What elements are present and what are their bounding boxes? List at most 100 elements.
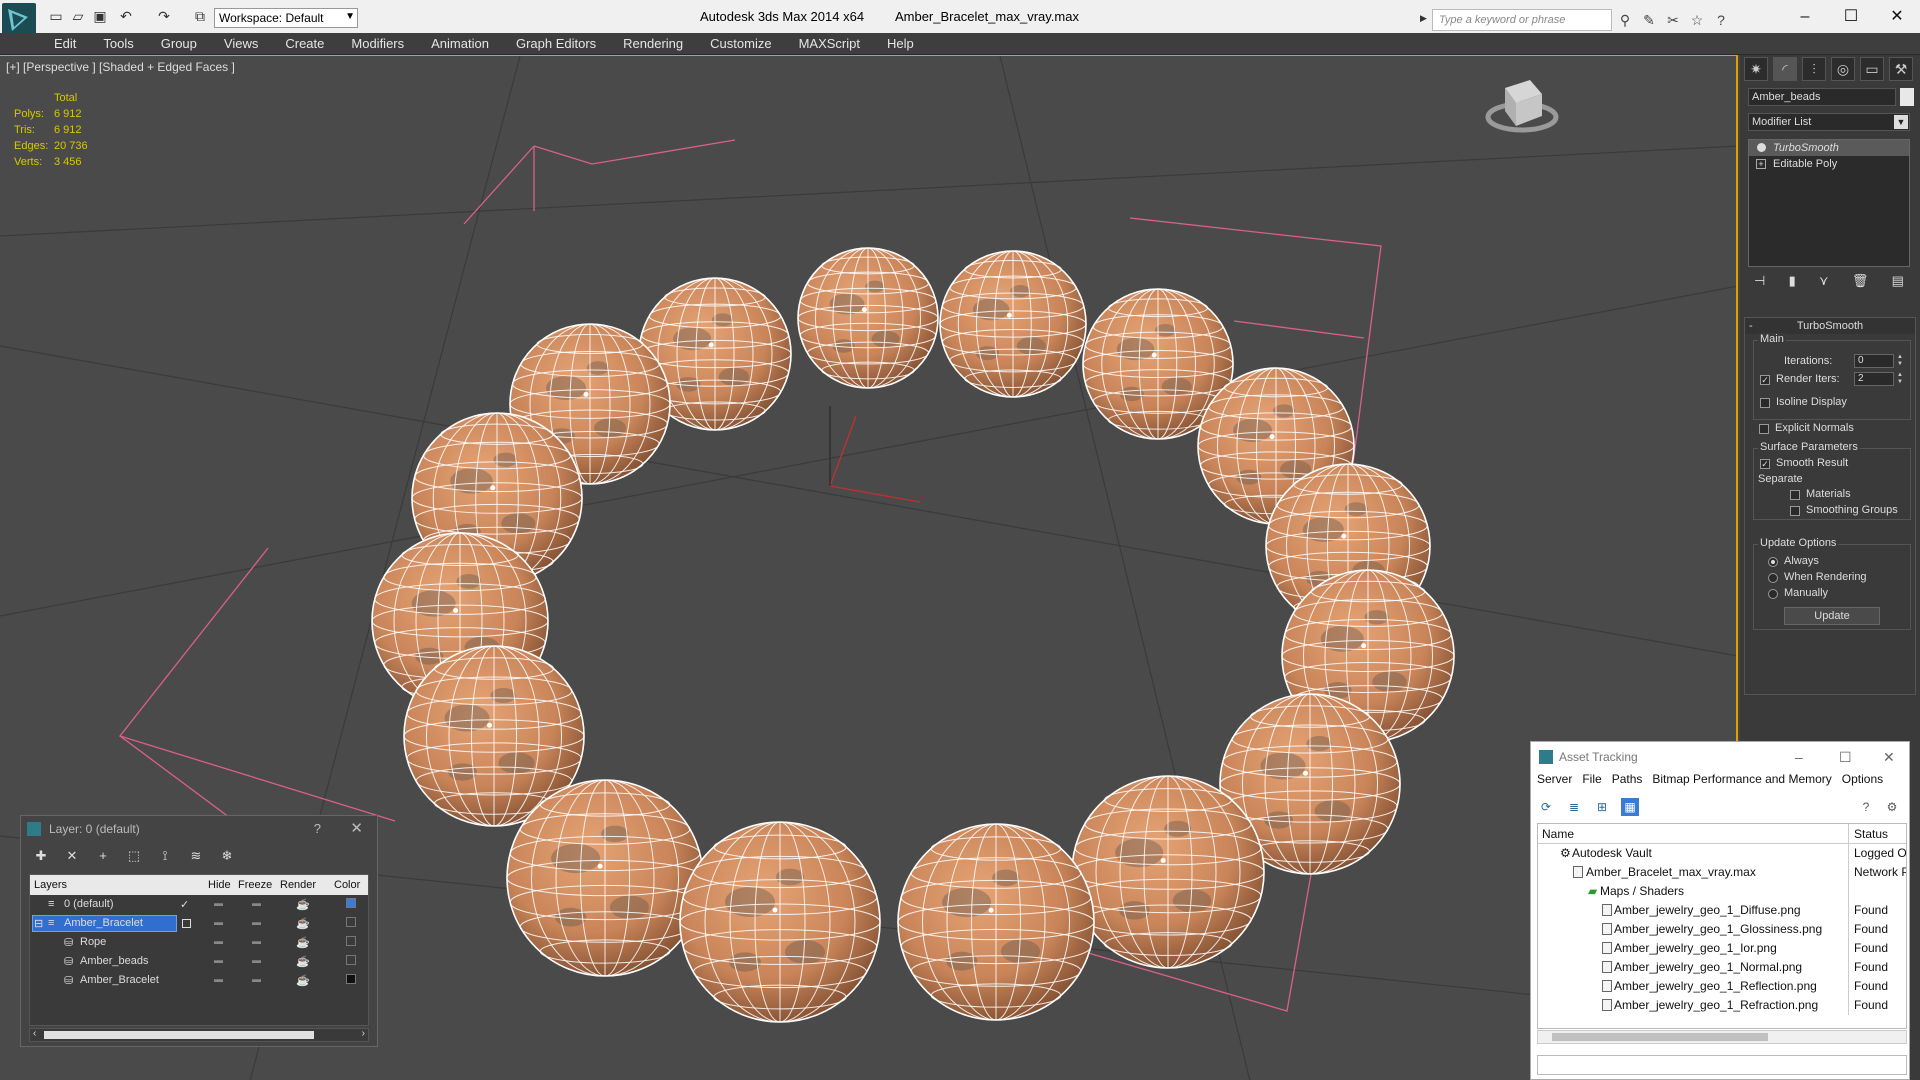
show-end-result-icon[interactable]: ▮ <box>1789 273 1796 289</box>
horizontal-scrollbar[interactable]: ‹ › <box>29 1028 369 1042</box>
col-hide[interactable]: Hide <box>208 879 231 891</box>
vault-settings-icon[interactable]: ⚙ <box>1883 798 1901 816</box>
new-file-icon[interactable]: ▭ <box>48 8 64 24</box>
iterations-spinner[interactable]: 0 <box>1854 354 1894 368</box>
layer-color-swatch[interactable] <box>346 936 356 946</box>
menu-group[interactable]: Group <box>161 36 197 51</box>
spinner-arrows-icon[interactable]: ▲ ▼ <box>1896 354 1904 368</box>
lightbulb-icon[interactable] <box>1757 143 1766 152</box>
maximize-button[interactable]: ☐ <box>1840 6 1862 28</box>
asset-row-map[interactable]: Amber_jewelry_geo_1_Diffuse.png Found <box>1538 901 1906 920</box>
current-layer-check-icon[interactable]: ✓ <box>180 898 189 911</box>
redo-icon[interactable]: ↷ <box>156 8 172 24</box>
layer-color-swatch[interactable] <box>346 917 356 927</box>
refresh-icon[interactable]: ⟳ <box>1537 798 1555 816</box>
menu-rendering[interactable]: Rendering <box>623 36 683 51</box>
close-window-button[interactable]: ✕ <box>1886 6 1908 28</box>
search-input[interactable]: Type a keyword or phrase <box>1432 9 1612 31</box>
table-view-icon[interactable]: ⊞ <box>1593 798 1611 816</box>
freeze-toggle[interactable]: ▬ <box>252 974 261 984</box>
grid-view-icon[interactable]: ▦ <box>1621 798 1639 816</box>
stack-item-editable-poly[interactable]: + Editable Poly <box>1749 156 1909 172</box>
render-teapot-icon[interactable]: ☕ <box>296 898 310 911</box>
object-name-field[interactable]: Amber_beads <box>1748 88 1896 106</box>
render-teapot-icon[interactable]: ☕ <box>296 936 310 949</box>
render-iters-spinner[interactable]: 2 <box>1854 372 1894 386</box>
asset-path-field[interactable] <box>1537 1055 1907 1075</box>
project-folder-icon[interactable]: ⧉ <box>192 8 208 24</box>
layer-row-selected[interactable]: ⊟ ≡ Amber_Bracelet ▬ ▬ ☕ <box>30 914 368 933</box>
asset-row-scene-file[interactable]: Amber_Bracelet_max_vray.max Network P <box>1538 863 1906 882</box>
layer-row[interactable]: ⛁ Amber_beads ▬ ▬ ☕ <box>30 952 368 971</box>
freeze-toggle[interactable]: ▬ <box>252 955 261 965</box>
workspace-dropdown[interactable]: Workspace: Default ▼ <box>214 8 358 28</box>
menu-tools[interactable]: Tools <box>103 36 133 51</box>
menu-customize[interactable]: Customize <box>710 36 771 51</box>
asset-row-maps-folder[interactable]: ▰ Maps / Shaders <box>1538 882 1906 901</box>
scroll-left-icon[interactable]: ‹ <box>33 1028 36 1039</box>
maximize-button[interactable]: ☐ <box>1839 742 1852 772</box>
render-teapot-icon[interactable]: ☕ <box>296 917 310 930</box>
col-color[interactable]: Color <box>334 879 360 891</box>
explicit-normals-checkbox[interactable] <box>1759 424 1769 434</box>
current-layer-box[interactable] <box>182 919 191 928</box>
render-teapot-icon[interactable]: ☕ <box>296 955 310 968</box>
isoline-checkbox[interactable] <box>1760 398 1770 408</box>
hide-toggle[interactable]: ▬ <box>214 936 223 946</box>
asset-row-map[interactable]: Amber_jewelry_geo_1_Glossiness.png Found <box>1538 920 1906 939</box>
menu-graph-editors[interactable]: Graph Editors <box>516 36 596 51</box>
amber-bead[interactable] <box>797 247 939 389</box>
amber-bead[interactable] <box>897 823 1095 1021</box>
modify-tab-icon[interactable]: ◜ <box>1773 57 1797 81</box>
amber-bead[interactable] <box>939 250 1087 398</box>
binoculars-icon[interactable]: ⚲ <box>1616 11 1634 29</box>
add-to-layer-icon[interactable]: + <box>95 848 111 864</box>
motion-tab-icon[interactable]: ◎ <box>1831 57 1855 81</box>
menu-create[interactable]: Create <box>285 36 324 51</box>
layer-color-swatch[interactable] <box>346 974 356 984</box>
delete-layer-icon[interactable]: ✕ <box>64 848 80 864</box>
menu-views[interactable]: Views <box>224 36 258 51</box>
menu-edit[interactable]: Edit <box>54 36 76 51</box>
open-file-icon[interactable]: ▱ <box>70 8 86 24</box>
dialog-title-bar[interactable]: Layer: 0 (default) ? ✕ <box>21 816 377 842</box>
make-unique-icon[interactable]: ⋎ <box>1819 273 1829 289</box>
menu-modifiers[interactable]: Modifiers <box>351 36 404 51</box>
freeze-toggle[interactable]: ▬ <box>252 936 261 946</box>
amber-bead[interactable] <box>679 821 881 1023</box>
subscription-icon[interactable]: ✎ <box>1640 11 1658 29</box>
materials-checkbox[interactable] <box>1790 490 1800 500</box>
hide-toggle[interactable]: ▬ <box>214 955 223 965</box>
amber-bead[interactable] <box>1071 775 1265 969</box>
highlight-layer-icon[interactable]: ⟟ <box>157 848 173 864</box>
asset-row-map[interactable]: Amber_jewelry_geo_1_Ior.png Found <box>1538 939 1906 958</box>
close-icon[interactable]: ✕ <box>350 816 363 842</box>
object-color-swatch[interactable] <box>1900 88 1914 106</box>
viewport-label[interactable]: [+] [Perspective ] [Shaded + Edged Faces… <box>6 60 235 74</box>
col-status[interactable]: Status <box>1854 827 1888 841</box>
menu-help[interactable]: Help <box>887 36 914 51</box>
asset-row-map[interactable]: Amber_jewelry_geo_1_Normal.png Found <box>1538 958 1906 977</box>
menu-maxscript[interactable]: MAXScript <box>799 36 860 51</box>
always-radio[interactable] <box>1768 557 1778 567</box>
layer-row[interactable]: ≡ 0 (default) ✓ ▬ ▬ ☕ <box>30 895 368 914</box>
app-logo-icon[interactable] <box>2 3 36 37</box>
help-icon[interactable]: ? <box>1857 798 1875 816</box>
list-view-icon[interactable]: ≣ <box>1565 798 1583 816</box>
favorites-star-icon[interactable]: ☆ <box>1688 11 1706 29</box>
asset-row-map[interactable]: Amber_jewelry_geo_1_Reflection.png Found <box>1538 977 1906 996</box>
scroll-right-icon[interactable]: › <box>362 1028 365 1039</box>
help-icon[interactable]: ? <box>1712 11 1730 29</box>
render-iters-checkbox[interactable]: ✓ <box>1760 375 1770 385</box>
smoothing-groups-checkbox[interactable] <box>1790 506 1800 516</box>
col-name[interactable]: Name <box>1542 827 1574 841</box>
smooth-result-checkbox[interactable]: ✓ <box>1760 459 1770 469</box>
modifier-list-dropdown[interactable]: Modifier List ▼ <box>1748 113 1910 131</box>
horizontal-scrollbar[interactable] <box>1537 1030 1907 1044</box>
col-freeze[interactable]: Freeze <box>238 879 272 891</box>
asset-row-vault[interactable]: ⚙ Autodesk Vault Logged Ou <box>1538 844 1906 863</box>
update-button[interactable]: Update <box>1784 607 1880 625</box>
layer-row[interactable]: ⛁ Amber_Bracelet ▬ ▬ ☕ <box>30 971 368 990</box>
dialog-title-bar[interactable]: Asset Tracking – ☐ ✕ <box>1531 742 1909 772</box>
pin-stack-icon[interactable]: ⊣ <box>1754 273 1765 289</box>
